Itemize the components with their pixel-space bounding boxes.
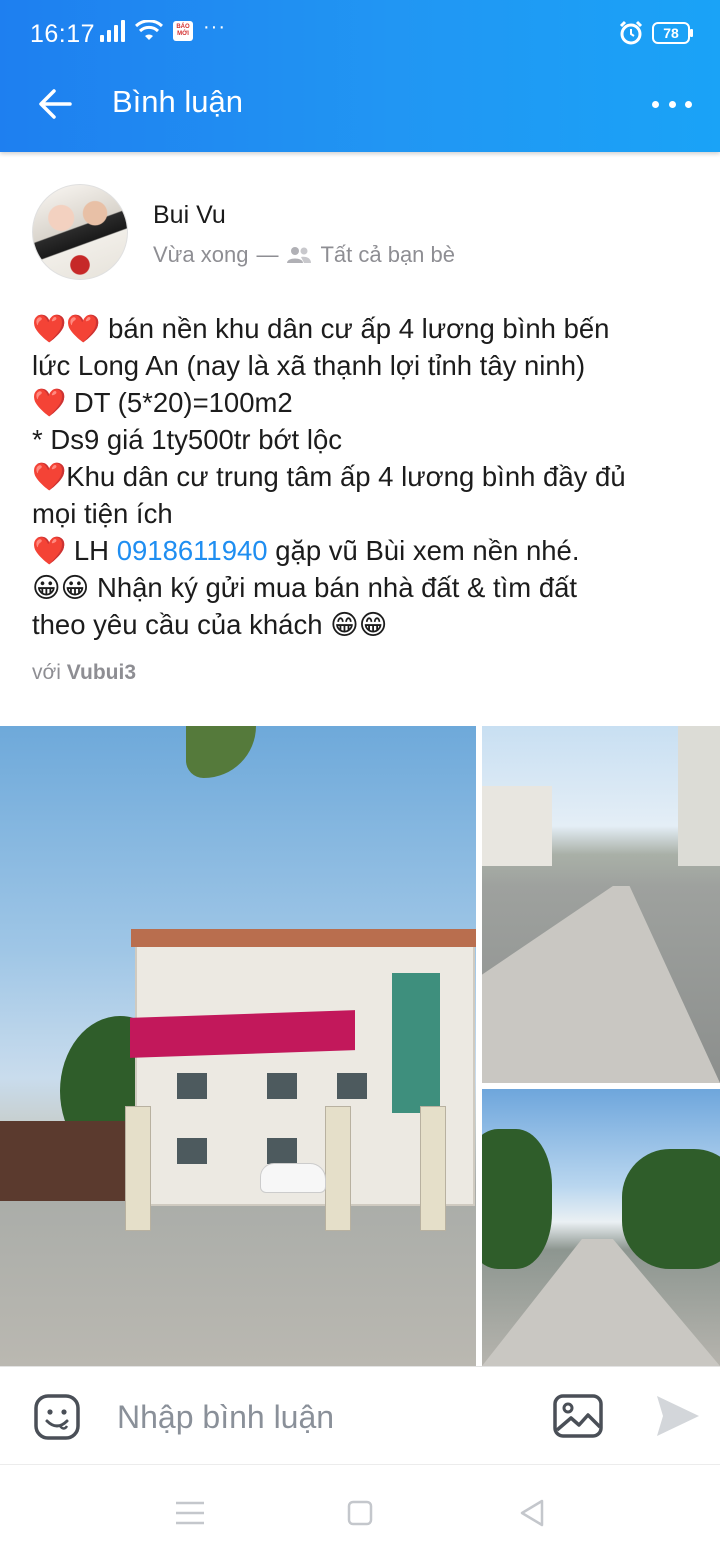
road-shape xyxy=(482,886,720,1083)
more-horizontal-icon[interactable] xyxy=(652,86,692,122)
post-photo-main[interactable] xyxy=(0,726,476,1366)
signal-icon xyxy=(100,20,125,42)
status-icons-left: BÁO MỚI ··· xyxy=(100,16,226,42)
post-contact-line: ❤️ LH 0918611940 gặp vũ Bùi xem nền nhé. xyxy=(32,532,692,569)
pillar-shape xyxy=(125,1106,151,1231)
avatar[interactable] xyxy=(32,184,128,280)
post-time: Vừa xong xyxy=(153,242,249,267)
post-photo-top-right[interactable] xyxy=(482,726,720,1083)
top-bar: 16:17 BÁO MỚI ··· 78 Bình luận xyxy=(0,0,720,152)
pillar-shape xyxy=(325,1106,351,1231)
house-shape xyxy=(482,786,552,866)
post-photo-bottom-right[interactable] xyxy=(482,1089,720,1366)
wifi-icon xyxy=(135,20,163,40)
post-line: theo yêu cầu của khách 😁😁 xyxy=(32,609,388,640)
tree-shape xyxy=(482,1129,552,1269)
house-shape xyxy=(678,726,720,866)
send-icon[interactable] xyxy=(652,1392,702,1440)
alarm-clock-icon xyxy=(619,20,643,45)
meta-separator: — xyxy=(256,242,279,267)
post-author[interactable]: Bui Vu xyxy=(153,201,226,230)
friends-icon xyxy=(287,247,312,263)
app-bar: Bình luận xyxy=(0,56,720,152)
gate-wall-shape xyxy=(0,1121,128,1201)
status-time: 16:17 xyxy=(30,20,96,48)
post-line: lức Long An (nay là xã thạnh lợi tỉnh tâ… xyxy=(32,350,586,381)
post-line: ❤️Khu dân cư trung tâm ấp 4 lương bình đ… xyxy=(32,461,626,492)
tagged-prefix: với xyxy=(32,661,61,684)
post-line: 😀😀 Nhận ký gửi mua bán nhà đất & tìm đất xyxy=(32,572,578,603)
arrow-left-icon[interactable] xyxy=(30,80,80,130)
leaf-shape xyxy=(186,726,256,778)
contact-suffix: gặp vũ Bùi xem nền nhé. xyxy=(267,535,580,566)
post-line: ❤️❤️ bán nền khu dân cư ấp 4 lương bình … xyxy=(32,313,610,344)
post-body: ❤️❤️ bán nền khu dân cư ấp 4 lương bình … xyxy=(32,310,692,643)
post-meta: Vừa xong — Tất cả bạn bè xyxy=(153,242,455,268)
post-line: mọi tiện ích xyxy=(32,498,173,529)
status-icons-right: 78 xyxy=(618,20,693,46)
sticker-smile-icon[interactable] xyxy=(33,1393,81,1441)
back-triangle-icon[interactable] xyxy=(512,1493,552,1533)
baomoi-notification-icon: BÁO MỚI xyxy=(173,21,193,41)
contact-prefix: ❤️ LH xyxy=(32,535,117,566)
comment-input[interactable] xyxy=(117,1395,517,1439)
home-square-icon[interactable] xyxy=(340,1493,380,1533)
phone-link[interactable]: 0918611940 xyxy=(117,535,268,566)
tagged-user[interactable]: Vubui3 xyxy=(67,661,136,684)
post-line: ❤️ DT (5*20)=100m2 xyxy=(32,387,293,418)
tagged-with: với Vubui3 xyxy=(32,661,136,685)
menu-icon[interactable] xyxy=(170,1493,210,1533)
system-nav-bar xyxy=(0,1464,720,1560)
pillar-shape xyxy=(420,1106,446,1231)
status-bar: 16:17 BÁO MỚI ··· 78 xyxy=(0,0,720,56)
post-privacy: Tất cả bạn bè xyxy=(320,242,456,267)
page-title: Bình luận xyxy=(112,84,243,119)
battery-indicator: 78 xyxy=(652,22,693,44)
comment-bar xyxy=(0,1366,720,1464)
tree-shape xyxy=(622,1149,720,1269)
car-shape xyxy=(260,1163,326,1193)
status-overflow: ··· xyxy=(203,15,226,38)
post-line: * Ds9 giá 1ty500tr bớt lộc xyxy=(32,424,342,455)
image-icon[interactable] xyxy=(553,1394,603,1438)
banner-shape xyxy=(130,1010,355,1058)
